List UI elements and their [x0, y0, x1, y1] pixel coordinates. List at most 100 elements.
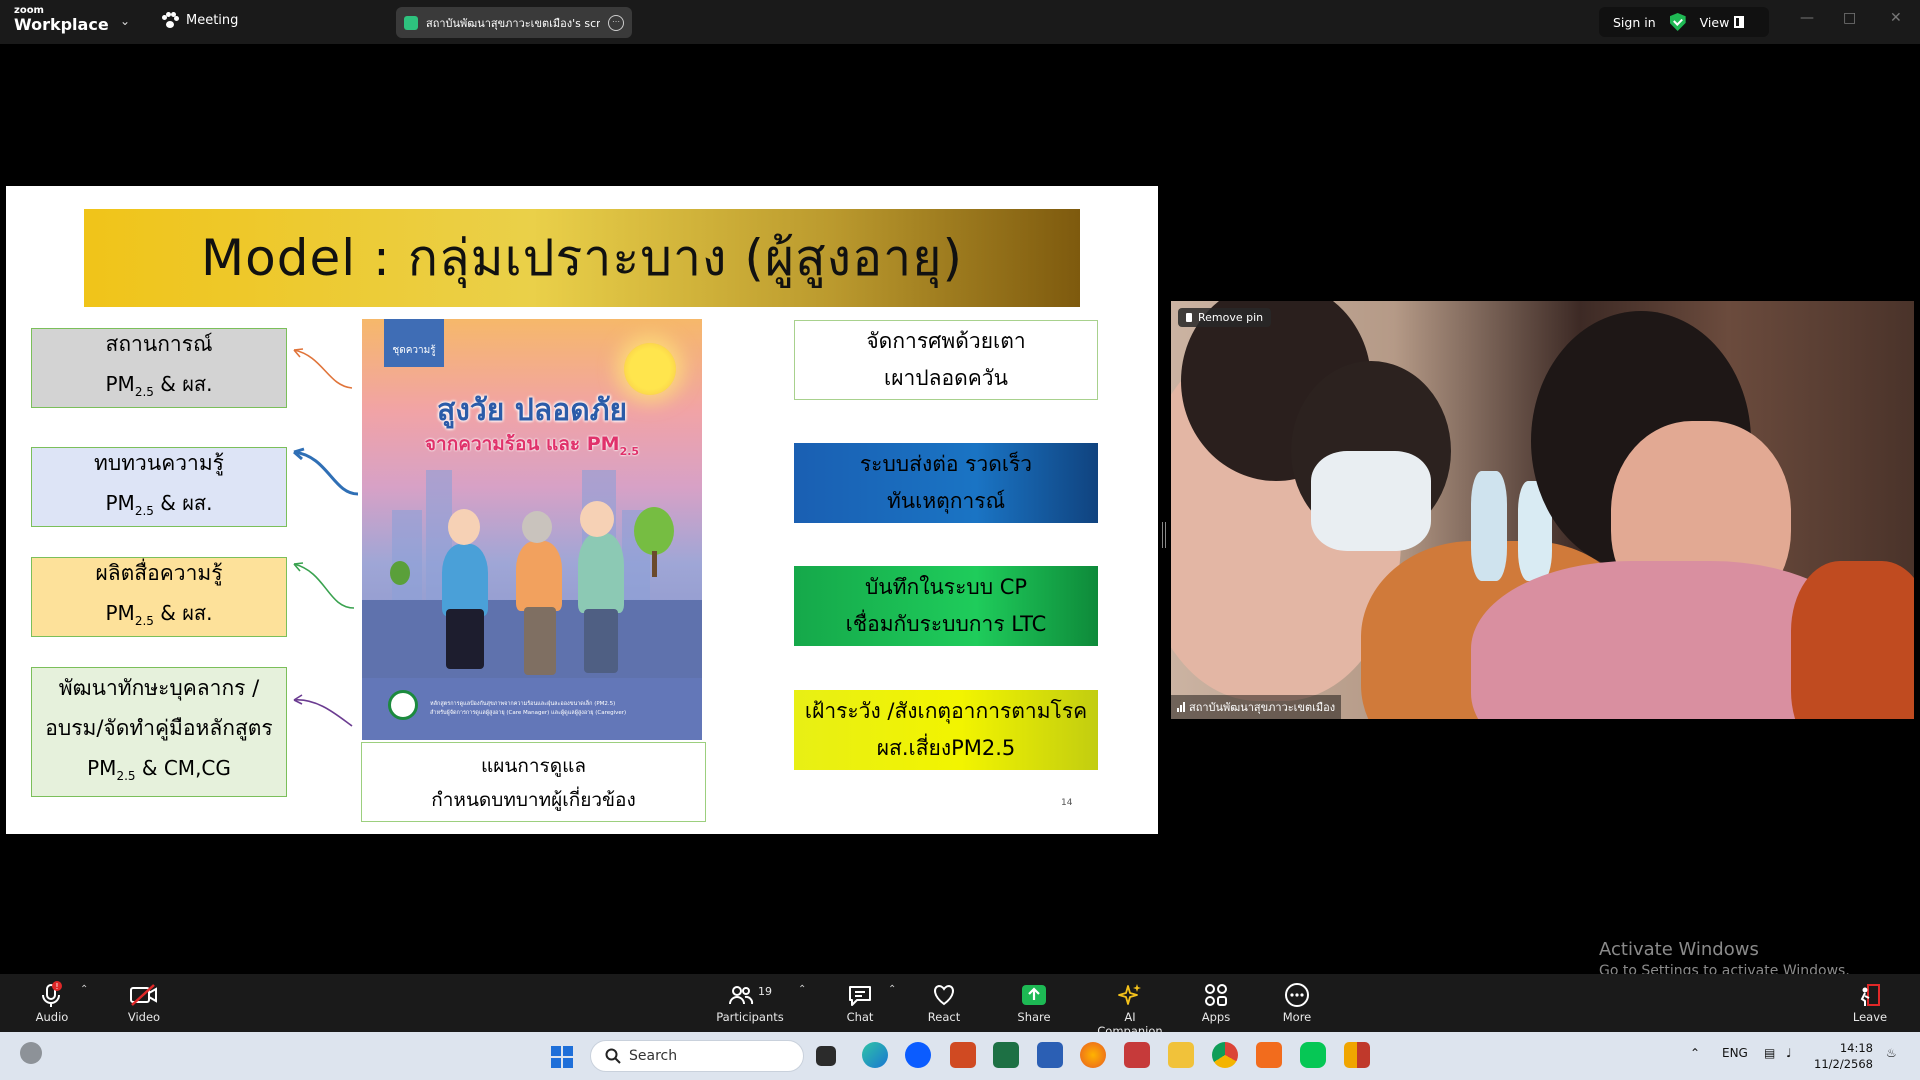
- leave-label: Leave: [1852, 1010, 1888, 1024]
- display-icon[interactable]: ▤: [1764, 1046, 1775, 1060]
- more-dots-icon: [1285, 983, 1309, 1007]
- right-box-cremation: จัดการศพด้วยเตา เผาปลอดควัน: [794, 320, 1098, 400]
- share-label: Share: [1017, 1010, 1051, 1024]
- zoom-workplace-logo[interactable]: zoom Workplace: [14, 6, 109, 33]
- orange-app-icon[interactable]: [1256, 1042, 1282, 1068]
- right-box-referral: ระบบส่งต่อ รวดเร็ว ทันเหตุการณ์: [794, 443, 1098, 523]
- shrub-icon: [390, 561, 410, 585]
- left-box-text: ทบทวนความรู้: [94, 451, 224, 475]
- arrow-to-review: [293, 450, 359, 496]
- close-icon[interactable]: ✕: [1890, 10, 1902, 26]
- arrow-to-media: [293, 563, 355, 609]
- moph-logo: [388, 690, 418, 720]
- elderly-figure-icon: [516, 541, 562, 611]
- more-options-icon[interactable]: ⋯: [608, 14, 624, 31]
- video-button[interactable]: Video: [104, 980, 184, 1024]
- signal-bars-icon: [1177, 702, 1185, 712]
- react-label: React: [927, 1010, 961, 1024]
- search-icon: [605, 1048, 621, 1064]
- audio-options-caret[interactable]: ⌃: [80, 984, 88, 995]
- colorful-app-icon[interactable]: [1344, 1042, 1370, 1068]
- meeting-menu[interactable]: Meeting: [162, 12, 238, 28]
- participant-name-label: สถาบันพัฒนาสุขภาวะเขตเมือง: [1171, 695, 1342, 719]
- tree-trunk: [652, 551, 657, 577]
- taskbar-search[interactable]: Search: [590, 1040, 804, 1072]
- audio-label: Audio: [35, 1010, 69, 1024]
- panel-resize-handle[interactable]: [1162, 522, 1166, 548]
- security-shield-icon[interactable]: [1669, 13, 1686, 31]
- paw-icon: [162, 12, 179, 28]
- word-icon[interactable]: [1037, 1042, 1063, 1068]
- left-box-pm: PM2.5 & ผส.: [105, 491, 213, 518]
- search-label: Search: [629, 1048, 678, 1064]
- powerpoint-icon[interactable]: [950, 1042, 976, 1068]
- orange-chair-right: [1791, 561, 1914, 719]
- view-label: View: [1699, 14, 1730, 30]
- speaker-icon[interactable]: ♩: [1786, 1046, 1792, 1060]
- edge-browser-icon[interactable]: [862, 1042, 888, 1068]
- firefox-icon[interactable]: [1080, 1042, 1106, 1068]
- chat-icon: [849, 986, 871, 1006]
- arrow-to-situation: [293, 349, 353, 389]
- leave-button[interactable]: Leave: [1830, 980, 1910, 1024]
- screen-share-indicator[interactable]: สถาบันพัฒนาสุขภาวะเขตเมือง's scree ⋯: [396, 7, 632, 38]
- video-label: Video: [127, 1010, 161, 1024]
- left-box-situation: สถานการณ์ PM2.5 & ผส.: [31, 328, 287, 408]
- more-button[interactable]: More: [1257, 980, 1337, 1024]
- chat-options-caret[interactable]: ⌃: [888, 984, 896, 995]
- zoom-title-bar: zoom Workplace ⌄ Meeting สถาบันพัฒนาสุขภ…: [0, 0, 1920, 44]
- slide-page-number: 14: [1061, 798, 1073, 808]
- chevron-down-icon[interactable]: ⌄: [120, 14, 130, 28]
- meeting-label: Meeting: [186, 12, 239, 28]
- task-view-icon[interactable]: [816, 1046, 836, 1066]
- woman-skirt: [446, 609, 484, 669]
- apps-grid-icon: [1205, 984, 1227, 1006]
- sign-in-button[interactable]: Sign in: [1613, 15, 1656, 30]
- language-indicator[interactable]: ENG: [1722, 1046, 1748, 1060]
- pin-icon: [1186, 313, 1192, 322]
- participants-button[interactable]: 19 Participants: [710, 980, 790, 1025]
- notification-bell-icon[interactable]: ♨: [1886, 1046, 1897, 1060]
- zoom-app-icon[interactable]: [905, 1042, 931, 1068]
- qr-app-icon[interactable]: [1124, 1042, 1150, 1068]
- left-box-text2: อบรม/จัดทำคู่มือหลักสูตร: [45, 716, 273, 740]
- left-box-media: ผลิตสื่อความรู้ PM2.5 & ผส.: [31, 557, 287, 637]
- elderly-face: [522, 511, 552, 543]
- tray-overflow-icon[interactable]: ⌃: [1690, 1046, 1700, 1060]
- apps-button[interactable]: Apps: [1176, 980, 1256, 1024]
- care-plan-caption: แผนการดูแล กำหนดบทบาทผู้เกี่ยวข้อง: [361, 742, 706, 822]
- right-box-cp-record: บันทึกในระบบ CP เชื่อมกับระบบการ LTC: [794, 566, 1098, 646]
- windows-start-icon[interactable]: [551, 1046, 573, 1068]
- file-explorer-icon[interactable]: [1168, 1042, 1194, 1068]
- share-button[interactable]: Share: [994, 980, 1074, 1024]
- participant-video-tile[interactable]: Remove pin สถาบันพัฒนาสุขภาวะเขตเมือง: [1171, 301, 1914, 719]
- chat-label: Chat: [846, 1010, 874, 1024]
- topbar-right-group: Sign in View: [1599, 7, 1769, 37]
- left-box-text: ผลิตสื่อความรู้: [95, 561, 223, 585]
- activate-windows-watermark: Activate Windows Go to Settings to activ…: [1599, 939, 1850, 979]
- chrome-icon[interactable]: [1212, 1042, 1238, 1068]
- shared-slide: Model : กลุ่มเปราะบาง (ผู้สูงอายุ) สถานก…: [6, 186, 1158, 834]
- poster-subtitle: จากความร้อน และ PM2.5: [424, 433, 640, 458]
- view-button[interactable]: View: [1700, 15, 1745, 30]
- widgets-icon[interactable]: [20, 1042, 42, 1064]
- left-box-pm: PM2.5 & ผส.: [105, 601, 213, 628]
- participants-options-caret[interactable]: ⌃: [798, 984, 806, 995]
- system-clock[interactable]: 14:18 11/2/2568: [1814, 1040, 1873, 1072]
- ai-companion-button[interactable]: AI Companion: [1090, 980, 1170, 1038]
- minimize-icon[interactable]: —: [1800, 10, 1814, 26]
- excel-icon[interactable]: [993, 1042, 1019, 1068]
- tree-icon: [634, 507, 674, 555]
- maximize-icon[interactable]: □: [1843, 10, 1856, 26]
- woman-face: [448, 509, 480, 545]
- line-app-icon[interactable]: [1300, 1042, 1326, 1068]
- view-layout-icon: [1734, 16, 1745, 28]
- react-button[interactable]: React: [904, 980, 984, 1024]
- meeting-controls-bar: ! Audio ⌃ Video 19 Participants ⌃ Chat ⌃…: [0, 974, 1920, 1038]
- arrow-to-training: [293, 699, 353, 727]
- face-mask: [1311, 451, 1431, 551]
- heart-icon: [934, 984, 954, 1006]
- slide-title: Model : กลุ่มเปราะบาง (ผู้สูงอายุ): [200, 228, 963, 287]
- poster-title: สูงวัย ปลอดภัย: [436, 393, 628, 428]
- remove-pin-button[interactable]: Remove pin: [1178, 308, 1272, 327]
